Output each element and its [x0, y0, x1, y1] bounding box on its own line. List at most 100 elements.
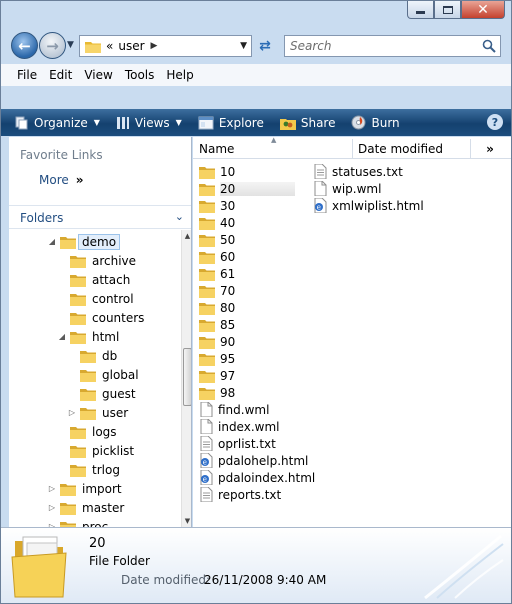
folder-item[interactable]: 30	[199, 197, 235, 214]
item-label: oprlist.txt	[218, 436, 276, 451]
item-label: pdaloindex.html	[218, 470, 316, 485]
tree-item-label: db	[102, 348, 118, 363]
folder-icon	[70, 445, 86, 458]
address-dropdown-icon[interactable]: ▼	[240, 41, 247, 51]
name-column-header[interactable]: ▲ Name	[193, 136, 353, 159]
folder-item[interactable]: 70	[199, 282, 235, 299]
address-overflow[interactable]: «	[106, 39, 113, 53]
tree-item-guest[interactable]: guest	[67, 384, 136, 403]
folder-icon	[199, 387, 215, 400]
tree-item-control[interactable]: control	[57, 289, 134, 308]
maximize-button[interactable]	[434, 1, 461, 19]
expand-toggle-icon[interactable]: ▷	[47, 503, 57, 512]
tree-item-label: html	[92, 329, 120, 344]
menu-view[interactable]: View	[78, 68, 118, 82]
tree-item-trlog[interactable]: trlog	[57, 460, 120, 479]
back-button[interactable]: ←	[11, 32, 38, 59]
chevron-right-icon[interactable]: ▶	[151, 41, 158, 51]
folder-item[interactable]: 60	[199, 248, 235, 265]
folder-item[interactable]: 80	[199, 299, 235, 316]
more-columns-button[interactable]: »	[475, 139, 505, 159]
search-icon[interactable]	[482, 39, 496, 53]
close-button[interactable]: ✕	[461, 1, 505, 19]
tree-item-label: archive	[92, 253, 137, 268]
tree-item-attach[interactable]: attach	[57, 270, 130, 289]
svg-text:e: e	[317, 203, 321, 211]
folder-item[interactable]: 85	[199, 316, 235, 333]
folder-item[interactable]: 90	[199, 333, 235, 350]
more-links-button[interactable]: More »	[39, 173, 84, 187]
tree-item-global[interactable]: global	[67, 365, 139, 384]
file-item[interactable]: wip.wml	[313, 180, 381, 197]
burn-button[interactable]: Burn	[343, 109, 407, 136]
item-label: wip.wml	[332, 181, 382, 196]
tree-item-html[interactable]: ◢ html	[57, 327, 119, 346]
tree-item-proc[interactable]: ▷ proc	[47, 517, 108, 527]
tree-item-import[interactable]: ▷ import	[47, 479, 122, 498]
folder-item[interactable]: 50	[199, 231, 235, 248]
file-item[interactable]: find.wml	[199, 401, 269, 418]
address-segment-user[interactable]: user	[118, 39, 144, 53]
menu-file[interactable]: File	[11, 68, 43, 82]
tree-item-picklist[interactable]: picklist	[57, 441, 134, 460]
close-icon: ✕	[477, 1, 489, 18]
folder-item[interactable]: 40	[199, 214, 235, 231]
refresh-button[interactable]: ⇄	[255, 37, 275, 55]
minimize-button[interactable]	[407, 1, 434, 19]
date-modified-column-header[interactable]: Date modified	[353, 139, 471, 159]
expand-toggle-icon[interactable]: ◢	[47, 237, 57, 246]
folder-icon	[199, 353, 215, 366]
file-item[interactable]: e pdalohelp.html	[199, 452, 308, 469]
file-item[interactable]: reports.txt	[199, 486, 281, 503]
file-item[interactable]: e pdaloindex.html	[199, 469, 315, 486]
html-file-icon: e	[200, 470, 213, 485]
folder-icon	[60, 483, 76, 496]
item-label: pdalohelp.html	[218, 453, 309, 468]
folder-item[interactable]: 10	[199, 163, 235, 180]
views-icon	[116, 116, 129, 129]
tree-item-demo[interactable]: ◢ demo	[47, 232, 121, 251]
address-bar[interactable]: « user ▶ ▼	[79, 35, 252, 57]
tree-item-master[interactable]: ▷ master	[47, 498, 124, 517]
file-item[interactable]: e xmlwiplist.html	[313, 197, 424, 214]
file-item[interactable]: oprlist.txt	[199, 435, 276, 452]
explore-button[interactable]: Explore	[190, 109, 272, 136]
item-label: 97	[220, 368, 236, 383]
tree-item-archive[interactable]: archive	[57, 251, 136, 270]
tree-item-logs[interactable]: logs	[57, 422, 117, 441]
share-button[interactable]: Share	[272, 109, 344, 136]
folder-icon	[60, 521, 76, 527]
tree-item-counters[interactable]: counters	[57, 308, 144, 327]
folders-header[interactable]: Folders ⌄	[9, 205, 191, 229]
forward-button[interactable]: →	[39, 32, 66, 59]
tree-item-label: picklist	[92, 443, 135, 458]
help-button[interactable]: ?	[487, 114, 503, 130]
views-button[interactable]: Views ▼	[108, 109, 190, 136]
recent-pages-dropdown-icon[interactable]: ▼	[67, 40, 74, 50]
expand-toggle-icon[interactable]: ▷	[47, 484, 57, 493]
folder-item[interactable]: 20	[199, 180, 296, 197]
menu-tools[interactable]: Tools	[119, 68, 161, 82]
tree-item-label: trlog	[92, 462, 120, 477]
search-input[interactable]	[290, 39, 480, 53]
menu-help[interactable]: Help	[160, 68, 199, 82]
folder-item[interactable]: 97	[199, 367, 235, 384]
file-item[interactable]: statuses.txt	[313, 163, 403, 180]
folder-item[interactable]: 61	[199, 265, 235, 282]
folder-icon	[85, 41, 101, 53]
expand-toggle-icon[interactable]: ▷	[67, 408, 77, 417]
scrollbar-thumb[interactable]	[183, 348, 191, 406]
menu-edit[interactable]: Edit	[43, 68, 78, 82]
tree-item-user[interactable]: ▷ user	[67, 403, 128, 422]
scroll-down-icon[interactable]: ▼	[182, 515, 191, 527]
folder-item[interactable]: 98	[199, 384, 235, 401]
item-label: 50	[220, 232, 236, 247]
folder-item[interactable]: 95	[199, 350, 235, 367]
expand-toggle-icon[interactable]: ◢	[57, 332, 67, 341]
search-box[interactable]	[284, 35, 501, 57]
tree-scrollbar[interactable]: ▲ ▼	[181, 230, 191, 527]
scroll-up-icon[interactable]: ▲	[182, 230, 191, 242]
file-item[interactable]: index.wml	[199, 418, 279, 435]
organize-button[interactable]: Organize ▼	[7, 109, 108, 136]
tree-item-db[interactable]: db	[67, 346, 117, 365]
